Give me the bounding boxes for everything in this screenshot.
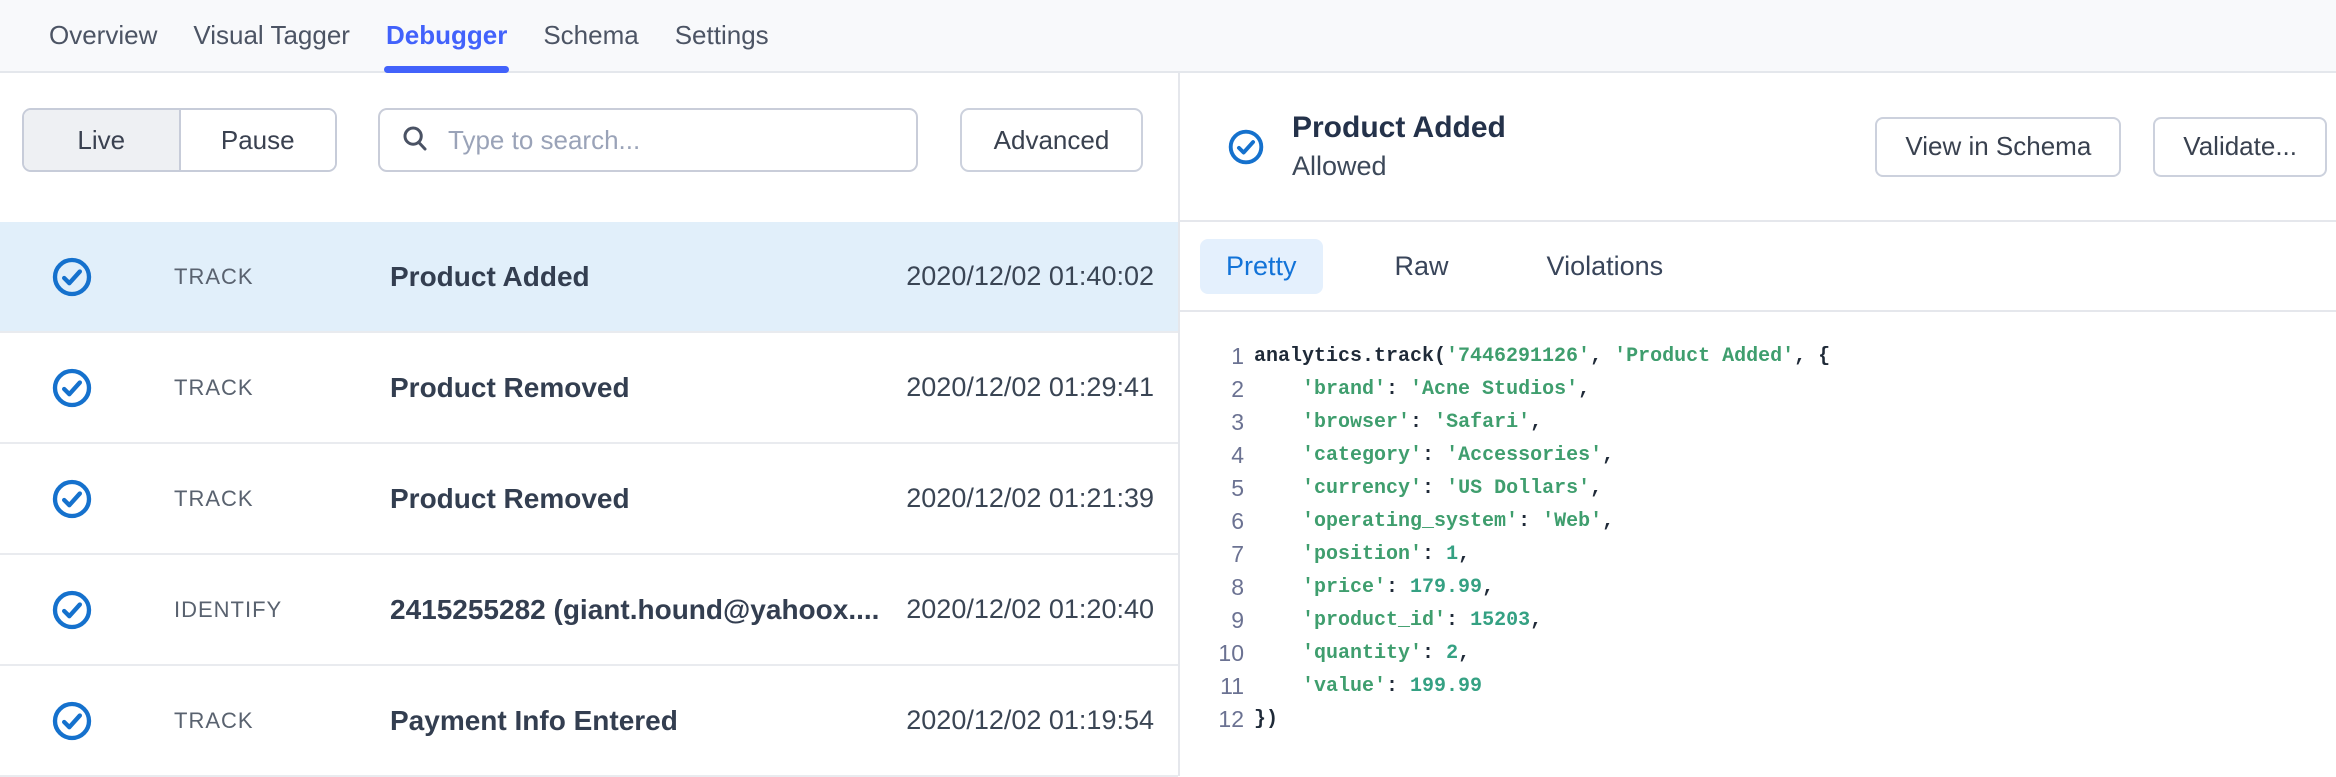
event-name: Product Removed (390, 372, 906, 404)
code-line: 6 'operating_system': 'Web', (1180, 505, 2336, 538)
code-line: 2 'brand': 'Acne Studios', (1180, 373, 2336, 406)
top-nav: Overview Visual Tagger Debugger Schema Setti… (0, 0, 2336, 73)
line-number: 10 (1180, 637, 1244, 670)
event-timestamp: 2020/12/02 01:40:02 (906, 261, 1154, 292)
detail-tab-raw[interactable]: Raw (1369, 239, 1475, 294)
allowed-check-icon (52, 479, 92, 519)
line-number: 2 (1180, 373, 1244, 406)
search-input[interactable] (448, 125, 896, 156)
tab-settings[interactable]: Settings (673, 0, 771, 71)
event-name: Payment Info Entered (390, 705, 906, 737)
line-number: 1 (1180, 340, 1244, 373)
code-text: analytics.track('7446291126', 'Product A… (1254, 340, 1830, 373)
event-type-label: TRACK (174, 708, 390, 734)
event-name: Product Removed (390, 483, 906, 515)
tab-schema[interactable]: Schema (541, 0, 640, 71)
code-text: 'value': 199.99 (1254, 670, 1482, 703)
code-line: 9 'product_id': 15203, (1180, 604, 2336, 637)
code-text: 'operating_system': 'Web', (1254, 505, 1614, 538)
event-row[interactable]: TRACKProduct Removed2020/12/02 01:29:41 (0, 333, 1178, 444)
event-type-label: IDENTIFY (174, 597, 390, 623)
allowed-check-icon (52, 368, 92, 408)
event-detail-panel: Product Added Allowed View in Schema Val… (1180, 73, 2336, 776)
code-text: }) (1254, 703, 1278, 736)
tab-visual-tagger[interactable]: Visual Tagger (191, 0, 352, 71)
detail-tab-pretty[interactable]: Pretty (1200, 239, 1323, 294)
event-row[interactable]: IDENTIFY2415255282 (giant.hound@yahoox..… (0, 555, 1178, 666)
line-number: 9 (1180, 604, 1244, 637)
code-text: 'product_id': 15203, (1254, 604, 1542, 637)
line-number: 11 (1180, 670, 1244, 703)
allowed-check-icon (52, 257, 92, 297)
event-timestamp: 2020/12/02 01:19:54 (906, 705, 1154, 736)
code-text: 'quantity': 2, (1254, 637, 1470, 670)
line-number: 12 (1180, 703, 1244, 736)
event-timestamp: 2020/12/02 01:20:40 (906, 594, 1154, 625)
code-line: 11 'value': 199.99 (1180, 670, 2336, 703)
event-detail-titles: Product Added Allowed (1292, 111, 1506, 182)
detail-actions: View in Schema Validate... (1875, 117, 2327, 177)
advanced-button[interactable]: Advanced (960, 108, 1143, 172)
line-number: 5 (1180, 472, 1244, 505)
view-in-schema-button[interactable]: View in Schema (1875, 117, 2121, 177)
allowed-check-icon (52, 701, 92, 741)
line-number: 4 (1180, 439, 1244, 472)
event-name: 2415255282 (giant.hound@yahoox.... (390, 594, 906, 626)
code-viewer: 1 analytics.track('7446291126', 'Product … (1180, 312, 2336, 736)
code-line: 8 'price': 179.99, (1180, 571, 2336, 604)
code-line: 10 'quantity': 2, (1180, 637, 2336, 670)
detail-tabs: Pretty Raw Violations (1180, 222, 2336, 310)
code-line: 4 'category': 'Accessories', (1180, 439, 2336, 472)
event-status-label: Allowed (1292, 151, 1506, 182)
code-line: 7 'position': 1, (1180, 538, 2336, 571)
event-controls: Live Pause Advanced (22, 108, 1145, 172)
event-row[interactable]: TRACKPayment Info Entered2020/12/02 01:1… (0, 666, 1178, 777)
event-type-label: TRACK (174, 264, 390, 290)
line-number: 8 (1180, 571, 1244, 604)
validate-button[interactable]: Validate... (2153, 117, 2327, 177)
debugger-app: Overview Visual Tagger Debugger Schema Setti… (0, 0, 2336, 776)
allowed-check-icon (52, 590, 92, 630)
event-row[interactable]: TRACKProduct Added2020/12/02 01:40:02 (0, 222, 1178, 333)
event-detail-title: Product Added (1292, 111, 1506, 145)
code-line: 5 'currency': 'US Dollars', (1180, 472, 2336, 505)
event-timestamp: 2020/12/02 01:29:41 (906, 372, 1154, 403)
main-area: Live Pause Advanced TRACKProduct Added20… (0, 73, 2336, 776)
line-number: 6 (1180, 505, 1244, 538)
event-name: Product Added (390, 261, 906, 293)
code-line: 1 analytics.track('7446291126', 'Product … (1180, 340, 2336, 373)
live-button[interactable]: Live (24, 110, 179, 170)
code-text: 'category': 'Accessories', (1254, 439, 1614, 472)
event-type-label: TRACK (174, 375, 390, 401)
code-text: 'price': 179.99, (1254, 571, 1494, 604)
tab-overview[interactable]: Overview (47, 0, 159, 71)
line-number: 7 (1180, 538, 1244, 571)
pause-button[interactable]: Pause (179, 110, 336, 170)
code-line: 12}) (1180, 703, 2336, 736)
event-type-label: TRACK (174, 486, 390, 512)
code-text: 'brand': 'Acne Studios', (1254, 373, 1590, 406)
event-list: TRACKProduct Added2020/12/02 01:40:02TRA… (0, 222, 1178, 777)
event-row[interactable]: TRACKProduct Removed2020/12/02 01:21:39 (0, 444, 1178, 555)
tab-debugger[interactable]: Debugger (384, 0, 509, 71)
code-text: 'browser': 'Safari', (1254, 406, 1542, 439)
allowed-check-icon (1228, 129, 1264, 165)
code-line: 3 'browser': 'Safari', (1180, 406, 2336, 439)
search-box[interactable] (378, 108, 918, 172)
events-panel: Live Pause Advanced TRACKProduct Added20… (0, 73, 1178, 776)
code-text: 'position': 1, (1254, 538, 1470, 571)
live-pause-toggle: Live Pause (22, 108, 337, 172)
event-detail-header: Product Added Allowed View in Schema Val… (1180, 73, 2336, 220)
line-number: 3 (1180, 406, 1244, 439)
detail-tab-violations[interactable]: Violations (1521, 239, 1690, 294)
search-icon (400, 123, 430, 158)
event-timestamp: 2020/12/02 01:21:39 (906, 483, 1154, 514)
code-text: 'currency': 'US Dollars', (1254, 472, 1602, 505)
